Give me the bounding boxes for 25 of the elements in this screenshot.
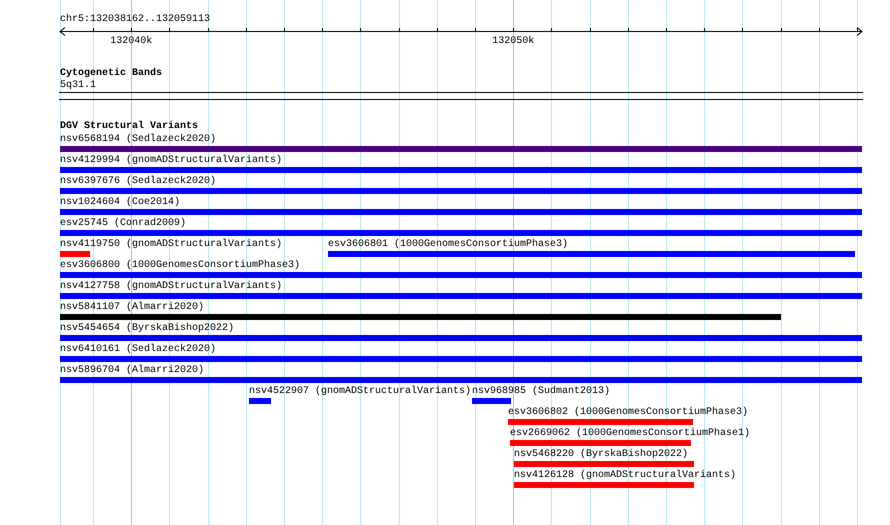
variant-label: nsv4119750 (gnomADStructuralVariants) bbox=[60, 239, 282, 251]
track-title: DGV Structural Variants bbox=[60, 121, 200, 133]
variant-label: esv3606801 (1000GenomesConsortiumPhase3) bbox=[328, 239, 568, 251]
variant-label: nsv4522907 (gnomADStructuralVariants) bbox=[249, 386, 472, 398]
variant-label: nsv5841107 (Almarri2020) bbox=[60, 302, 204, 314]
band-label: 5q31.1 bbox=[60, 80, 98, 92]
region-title: chr5:132038162..132059113 bbox=[60, 14, 212, 26]
variant-label: esv2669062 (1000GenomesConsortiumPhase1) bbox=[510, 428, 750, 440]
variant-label: nsv4127758 (gnomADStructuralVariants) bbox=[60, 281, 282, 293]
variant-label: nsv5454654 (ByrskaBishop2022) bbox=[60, 323, 234, 335]
variant-label: nsv4129994 (gnomADStructuralVariants) bbox=[60, 155, 282, 167]
variant-label: esv3606802 (1000GenomesConsortiumPhase3) bbox=[508, 407, 748, 419]
tick-label: 132050k bbox=[492, 36, 534, 48]
variant-label: nsv6410161 (Sedlazeck2020) bbox=[60, 344, 216, 356]
variant-label: nsv1024604 (Coe2014) bbox=[60, 197, 180, 209]
track-title: Cytogenetic Bands bbox=[60, 68, 164, 80]
variant-label: nsv5896704 (Almarri2020) bbox=[60, 365, 204, 377]
variant-label: esv3606800 (1000GenomesConsortiumPhase3) bbox=[60, 260, 300, 272]
variant-label: nsv968985 (Sudmant2013) bbox=[472, 386, 610, 398]
variant-label: nsv4126128 (gnomADStructuralVariants) bbox=[514, 470, 736, 482]
tick-label: 132040k bbox=[110, 36, 152, 48]
variant-label: nsv6397676 (Sedlazeck2020) bbox=[60, 176, 216, 188]
variant-label: esv25745 (Conrad2009) bbox=[60, 218, 186, 230]
variant-label: nsv6568194 (Sedlazeck2020) bbox=[60, 134, 216, 146]
variant-label: nsv5468220 (ByrskaBishop2022) bbox=[514, 449, 688, 461]
